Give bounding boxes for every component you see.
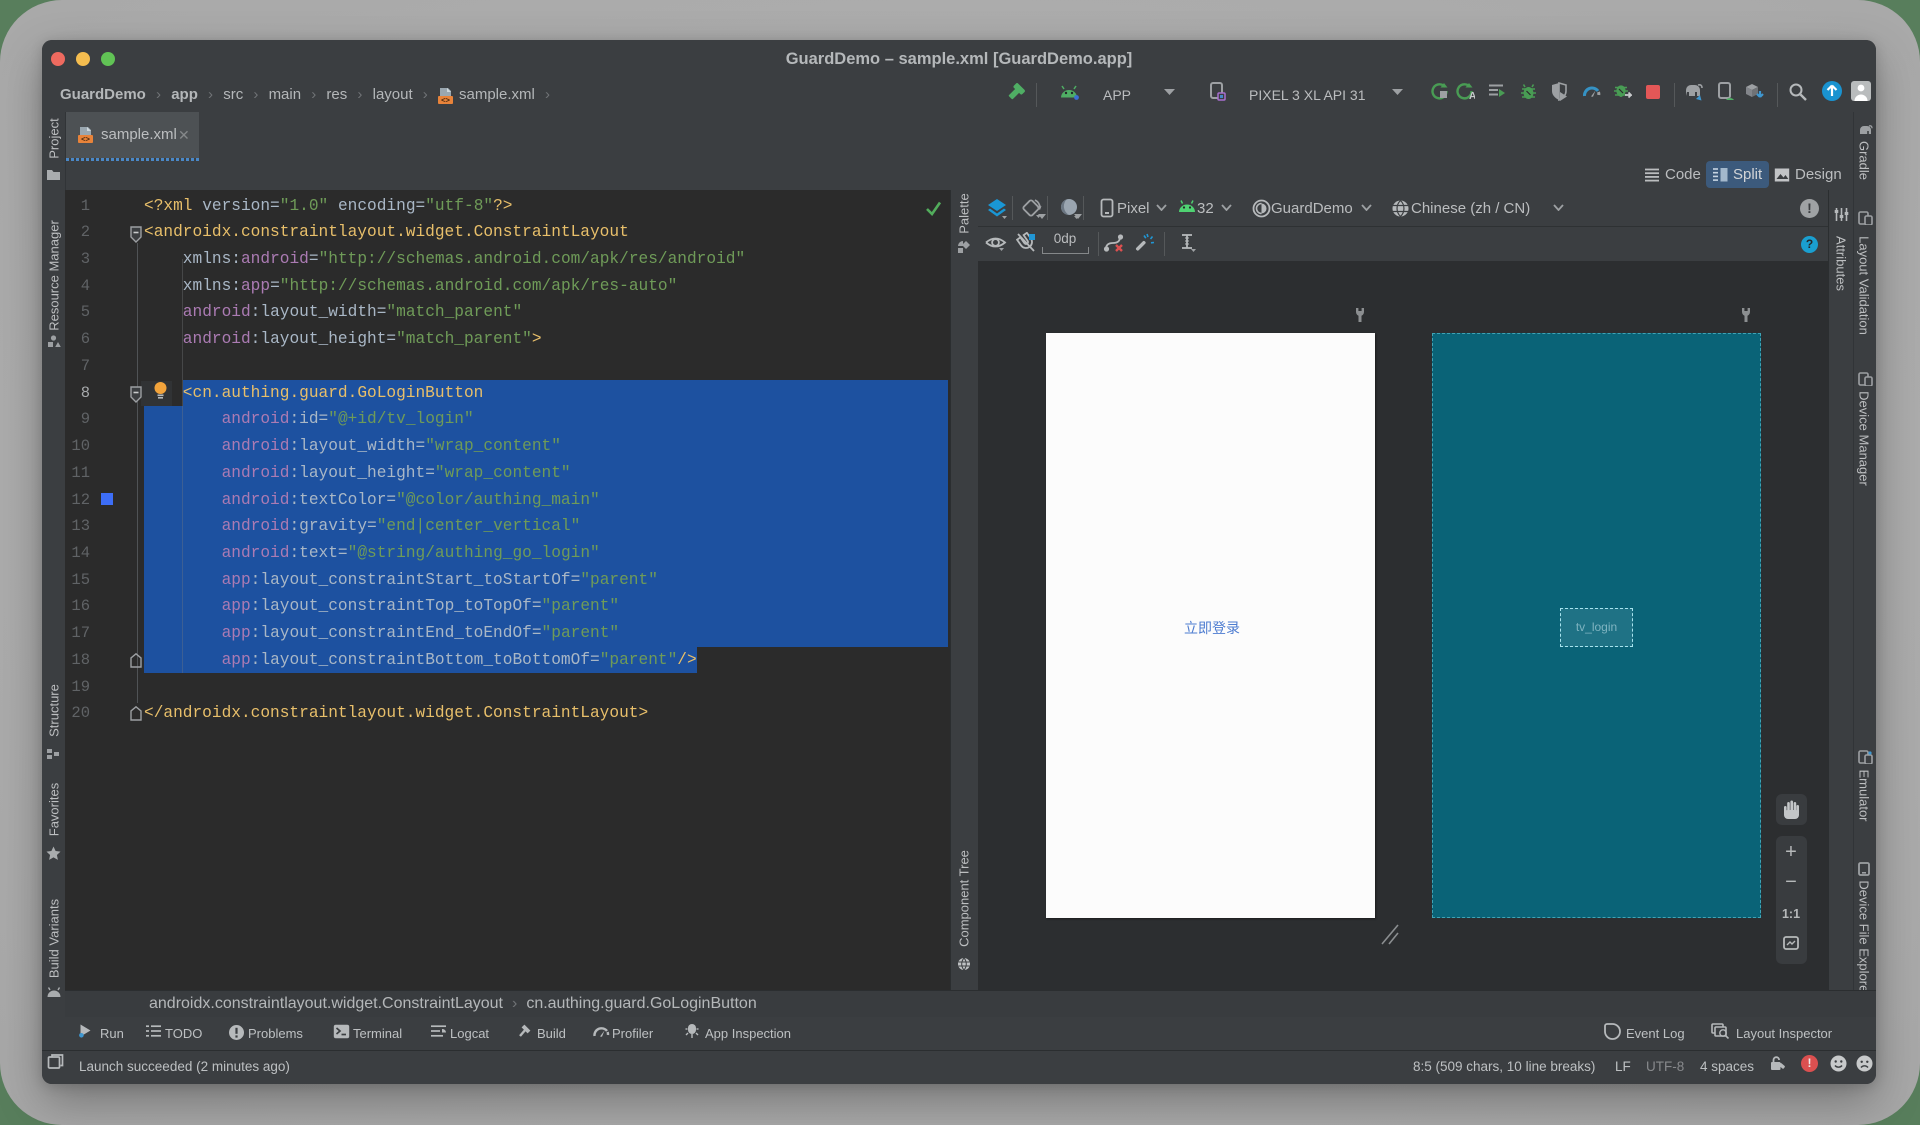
svg-text:A: A — [1469, 91, 1475, 100]
svg-text:<>: <> — [81, 135, 90, 144]
svg-text:<>: <> — [441, 96, 450, 105]
